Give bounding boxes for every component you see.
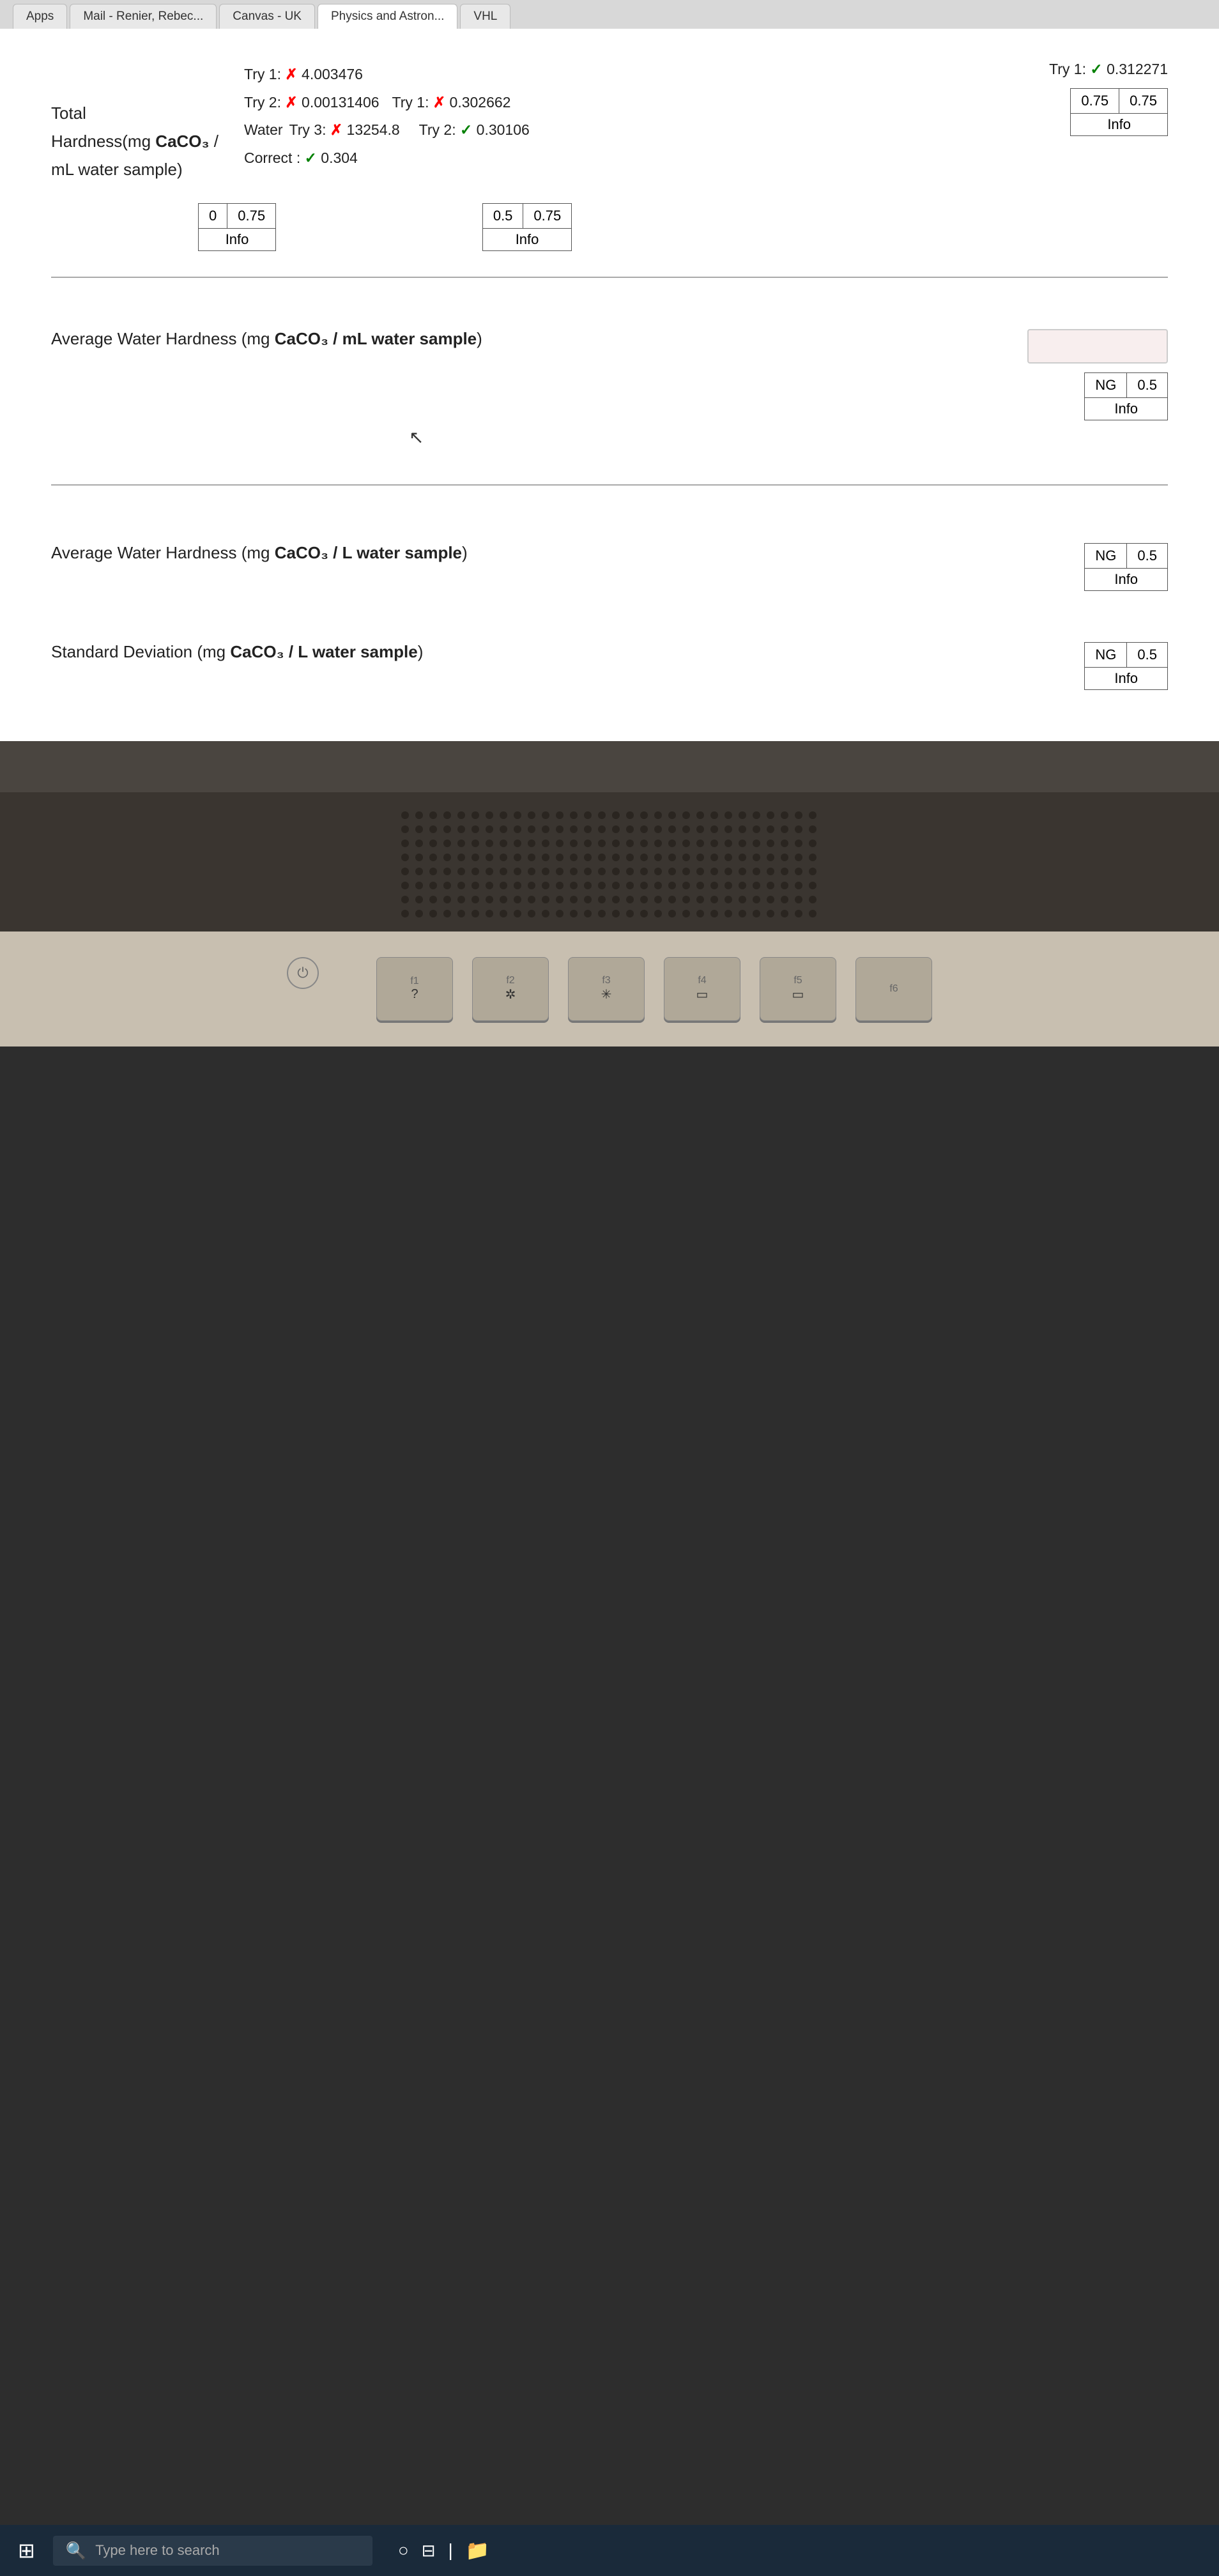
grid2-val2: 0.75 — [523, 203, 572, 228]
correct-val: 0.304 — [321, 150, 358, 166]
score-2: 0.5 — [1127, 543, 1168, 568]
tab-mail[interactable]: Mail - Renier, Rebec... — [70, 4, 217, 29]
info-1: Info — [1085, 397, 1168, 420]
windows-start-button[interactable]: ⊞ — [13, 2533, 40, 2568]
ng-grid-2: NG 0.5 Info — [1084, 543, 1168, 591]
key-f3[interactable]: f3 ✳ — [568, 957, 645, 1021]
laptop-bezel-bottom — [0, 741, 1219, 792]
try2-x: ✗ — [285, 94, 297, 111]
try1b-x: ✗ — [433, 94, 445, 111]
key-f6[interactable]: f6 — [855, 957, 932, 1021]
correct-check: ✓ — [305, 150, 317, 166]
try1-val: 4.003476 — [302, 66, 363, 82]
ng-label-3: NG — [1085, 642, 1127, 667]
try2b-val: 0.30106 — [477, 121, 530, 138]
grid2-val1: 0.5 — [482, 203, 523, 228]
score-3: 0.5 — [1127, 642, 1168, 667]
key-f1[interactable]: f1 ? — [376, 957, 453, 1021]
keyboard-area: ⏻ f1 ? f2 ✲ f3 ✳ f4 ▭ f5 ▭ f6 — [0, 931, 1219, 1046]
try1b-label: Try 1: — [392, 94, 429, 111]
key-f2[interactable]: f2 ✲ — [472, 957, 549, 1021]
tab-physics[interactable]: Physics and Astron... — [318, 4, 457, 29]
try1c-result: Try 1: ✓ 0.312271 — [1049, 61, 1168, 78]
try2b-label: Try 2: — [419, 121, 456, 138]
key-f4[interactable]: f4 ▭ — [664, 957, 740, 1021]
info-3: Info — [1085, 667, 1168, 689]
ng-grid-3: NG 0.5 Info — [1084, 642, 1168, 690]
grid1-container: 0 0.75 Info — [198, 203, 276, 251]
grid1-val1: 0 — [199, 203, 227, 228]
try3-x: ✗ — [330, 121, 342, 138]
answer-input-1[interactable] — [1027, 329, 1168, 364]
grid3-info: Info — [1071, 114, 1168, 136]
score-1: 0.5 — [1127, 372, 1168, 397]
try3-val: 13254.8 — [347, 121, 400, 138]
grid2-container: 0.5 0.75 Info — [482, 203, 572, 251]
laptop-speaker-area — [0, 792, 1219, 931]
grid1-val2: 0.75 — [227, 203, 276, 228]
total-hardness-label: Total Hardness(mg CaCO₃ / mL water sampl… — [51, 99, 218, 184]
file-explorer-icon[interactable]: 📁 — [466, 2540, 489, 2562]
try2-val: 0.00131406 — [302, 94, 379, 111]
try2-label: Try 2: — [244, 94, 281, 111]
info-2: Info — [1085, 568, 1168, 590]
grid3-val2: 0.75 — [1119, 89, 1168, 114]
section1-label: Average Water Hardness (mg CaCO₃ / mL wa… — [51, 329, 482, 349]
try3-label: Try 3: — [289, 121, 326, 138]
key-f5[interactable]: f5 ▭ — [760, 957, 836, 1021]
try1b-val: 0.302662 — [450, 94, 511, 111]
taskbar-icons: ○ ⊟ | 📁 — [398, 2540, 489, 2562]
ng-label-2: NG — [1085, 543, 1127, 568]
tab-vhl[interactable]: VHL — [460, 4, 510, 29]
cursor-icon: ↖ — [409, 427, 424, 448]
grid3-val1: 0.75 — [1071, 89, 1119, 114]
taskbar: ⊞ 🔍 Type here to search ○ ⊟ | 📁 — [0, 2525, 1219, 2576]
search-icon: 🔍 — [66, 2541, 86, 2561]
grid1-info: Info — [199, 228, 276, 250]
tab-canvas[interactable]: Canvas - UK — [219, 4, 315, 29]
cursor-area: ↖ — [51, 440, 1168, 459]
taskbar-search-bar[interactable]: 🔍 Type here to search — [53, 2536, 372, 2566]
ng-grid-1: NG 0.5 Info — [1084, 372, 1168, 420]
taskbar-search-text: Type here to search — [95, 2542, 219, 2559]
section2-label: Average Water Hardness (mg CaCO₃ / L wat… — [51, 543, 468, 563]
ng-label-1: NG — [1085, 372, 1127, 397]
widgets-icon[interactable]: ⊟ — [422, 2541, 436, 2561]
tab-bar: Apps Mail - Renier, Rebec... Canvas - UK… — [0, 0, 1219, 29]
grid2-info: Info — [482, 228, 571, 250]
tries-text-block: Try 1: ✗ 4.003476 Try 2: ✗ 0.00131406 Tr… — [244, 61, 530, 172]
separator-icon: | — [448, 2540, 453, 2561]
score-grid-1: 0 0.75 Info — [198, 203, 276, 251]
try1-label: Try 1: — [244, 66, 281, 82]
try1-x: ✗ — [285, 66, 297, 82]
section3-label: Standard Deviation (mg CaCO₃ / L water s… — [51, 642, 423, 662]
water-label: Water — [244, 116, 283, 144]
tab-apps[interactable]: Apps — [13, 4, 67, 29]
task-view-icon[interactable]: ○ — [398, 2540, 409, 2561]
score-grid-3: 0.75 0.75 Info — [1070, 88, 1168, 136]
power-icon[interactable]: ⏻ — [287, 957, 319, 989]
divider-1 — [51, 277, 1168, 278]
main-content: Total Hardness(mg CaCO₃ / mL water sampl… — [0, 29, 1219, 741]
score-grid-2: 0.5 0.75 Info — [482, 203, 572, 251]
divider-2 — [51, 484, 1168, 486]
correct-label: Correct : — [244, 150, 300, 166]
try2b-check: ✓ — [460, 121, 472, 138]
screen-wrapper: Apps Mail - Renier, Rebec... Canvas - UK… — [0, 0, 1219, 741]
